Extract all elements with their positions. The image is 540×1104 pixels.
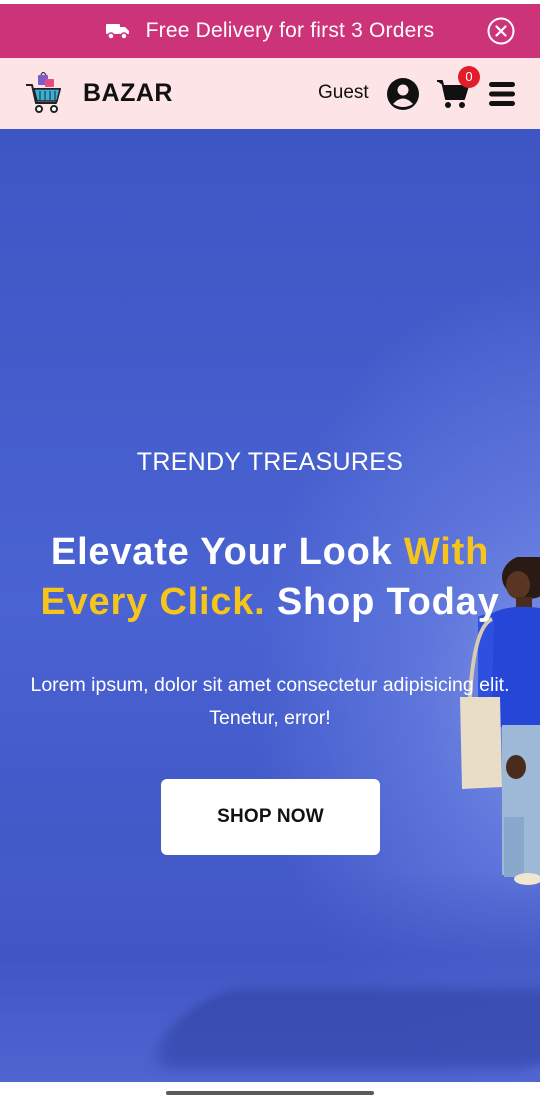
system-nav-bar <box>0 1082 540 1104</box>
truck-icon <box>105 24 129 40</box>
home-indicator[interactable] <box>166 1091 374 1095</box>
site-header: BAZAR Guest 0 <box>0 58 540 129</box>
shop-now-button[interactable]: SHOP NOW <box>161 779 380 855</box>
hero-headline: Elevate Your Look With Every Click. Shop… <box>10 527 530 627</box>
brand-name[interactable]: BAZAR <box>83 79 173 108</box>
shopping-cart-logo[interactable] <box>24 69 64 117</box>
user-label[interactable]: Guest <box>318 82 369 104</box>
close-circle-icon[interactable] <box>486 16 516 46</box>
promo-banner: Free Delivery for first 3 Orders <box>0 4 540 58</box>
hamburger-menu-icon[interactable] <box>489 82 515 106</box>
headline-part-2: Shop Today <box>265 581 500 623</box>
hero-description: Lorem ipsum, dolor sit amet consectetur … <box>30 674 510 729</box>
hero-banner: TRENDY TREASURES Elevate Your Look With … <box>0 129 540 1082</box>
promo-text: Free Delivery for first 3 Orders <box>145 19 435 42</box>
cart-count-badge: 0 <box>458 66 480 88</box>
headline-part-1: Elevate Your Look <box>50 531 404 573</box>
user-circle-icon[interactable] <box>386 77 420 111</box>
hero-eyebrow: TRENDY TREASURES <box>136 448 404 476</box>
